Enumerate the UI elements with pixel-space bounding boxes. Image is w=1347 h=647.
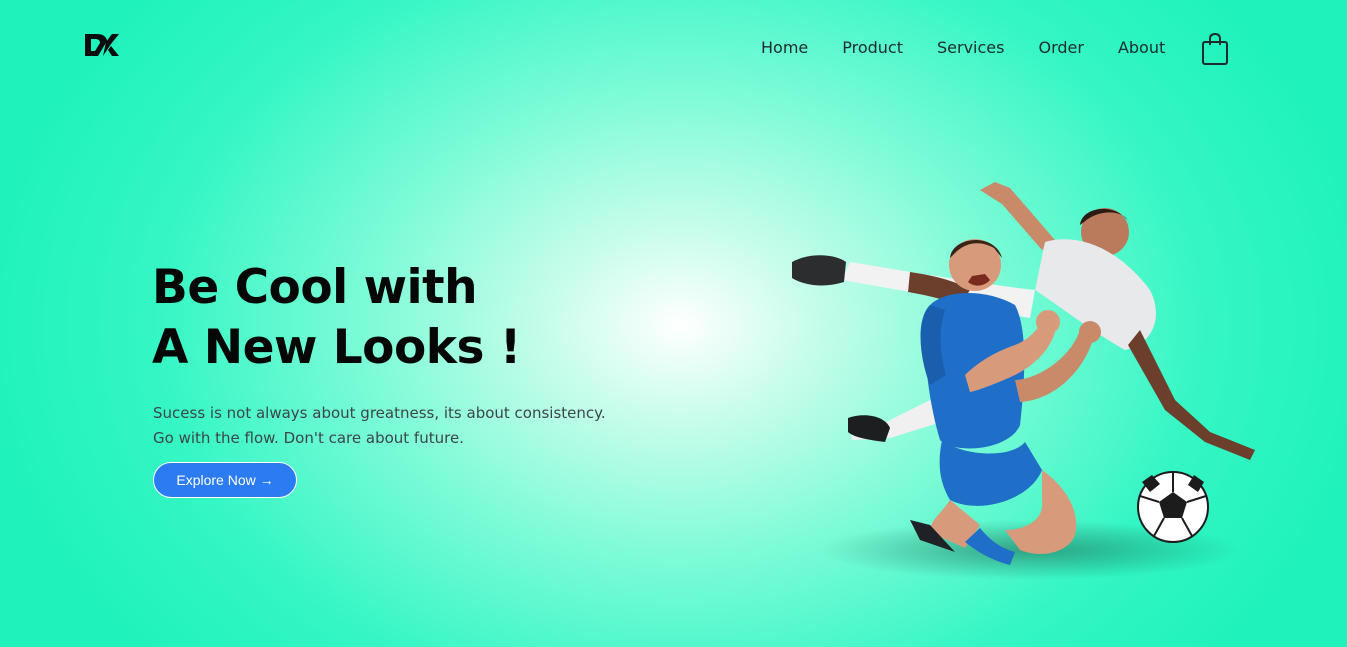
landing-page: Home Product Services Order About Be Coo… bbox=[0, 0, 1347, 647]
hero-subtitle-line-2: Go with the flow. Don't care about futur… bbox=[153, 429, 464, 447]
explore-now-button[interactable]: Explore Now → bbox=[153, 462, 297, 498]
hero-subtitle: Sucess is not always about greatness, it… bbox=[153, 401, 606, 451]
nav-services[interactable]: Services bbox=[937, 36, 1004, 60]
logo-icon[interactable] bbox=[83, 32, 121, 58]
player-white bbox=[792, 182, 1255, 460]
nav-home[interactable]: Home bbox=[761, 36, 808, 60]
shopping-bag-icon[interactable] bbox=[1200, 32, 1230, 66]
football-players-image bbox=[792, 182, 1255, 580]
hero-title-line-1: Be Cool with bbox=[152, 260, 478, 315]
main-nav: Home Product Services Order About bbox=[761, 36, 1199, 60]
hero-title-line-2: A New Looks ! bbox=[152, 320, 521, 375]
hero-title: Be Cool with A New Looks ! bbox=[152, 258, 521, 378]
nav-about[interactable]: About bbox=[1118, 36, 1165, 60]
nav-order[interactable]: Order bbox=[1038, 36, 1083, 60]
football-ball bbox=[1137, 471, 1209, 543]
hero-subtitle-line-1: Sucess is not always about greatness, it… bbox=[153, 404, 606, 422]
nav-product[interactable]: Product bbox=[842, 36, 903, 60]
